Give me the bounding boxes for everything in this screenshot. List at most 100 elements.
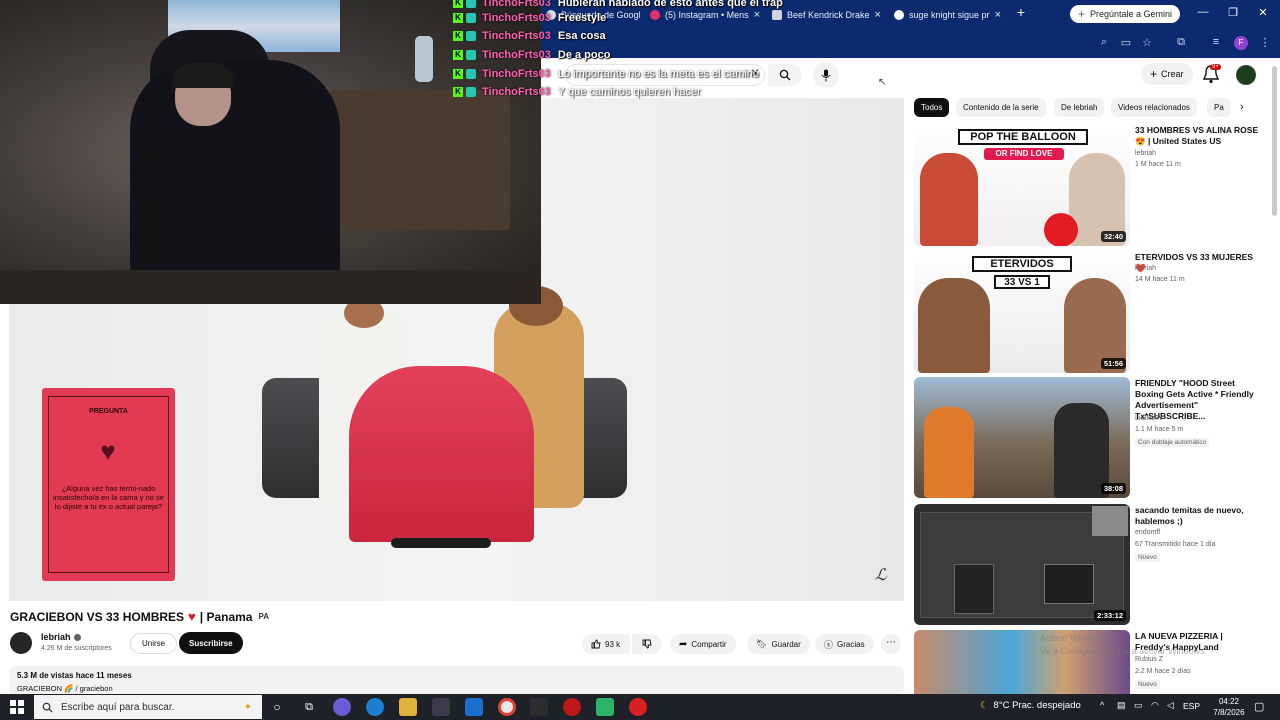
mail-icon[interactable] (465, 698, 483, 716)
clock-date: 7/8/2026 (1213, 708, 1245, 717)
video-duration: 51:56 (1100, 358, 1126, 369)
video-table-base (391, 538, 491, 548)
language-indicator[interactable]: ESP (1183, 701, 1200, 711)
zoom-icon[interactable]: ⌕ (1096, 36, 1112, 49)
subscribe-button[interactable]: Suscribirse (179, 632, 243, 654)
rec-title[interactable]: 33 HOMBRES VS ALINA ROSE 😍 | United Stat… (1135, 125, 1260, 147)
store-icon[interactable] (432, 698, 450, 716)
thumb-plugin-list (954, 564, 994, 614)
description-box[interactable] (9, 666, 904, 696)
thanks-label: Gracias (837, 639, 865, 649)
rec-channel[interactable]: lebriah (1135, 265, 1156, 272)
gemini-label: Pregúntale a Gemini (1090, 9, 1173, 19)
channel-avatar[interactable] (10, 632, 32, 654)
taskbar-search[interactable]: Escribe aquí para buscar. ✦ (34, 695, 262, 719)
screen: Búsqueda de Google × (5) Instagram • Men… (0, 0, 1280, 720)
share-icon: ➦ (679, 638, 688, 650)
rec-thumbnail[interactable]: ETERVIDOS 33 VS 1 51:56 (914, 252, 1130, 373)
capcut-icon[interactable] (530, 698, 548, 716)
profile-avatar[interactable]: F (1234, 36, 1248, 50)
wifi-icon[interactable]: ◠ (1151, 700, 1159, 711)
verified-icon (73, 633, 81, 641)
close-tab-icon[interactable]: × (995, 9, 1001, 21)
channel-watermark-icon[interactable]: ℒ (875, 565, 887, 585)
chip-all[interactable]: Todos (914, 98, 950, 117)
rec-thumbnail[interactable]: POP THE BALLOON OR FIND LOVE 32:40 (914, 125, 1130, 246)
chip-more[interactable]: Pa (1207, 98, 1231, 117)
thumb-person (924, 407, 974, 498)
rec-stats: 1 M hace 11 m (1135, 161, 1181, 168)
browser-menu-icon[interactable]: ⋮ (1257, 36, 1273, 49)
rec-thumbnail[interactable]: 38:08 (914, 377, 1130, 498)
file-explorer-icon[interactable] (399, 698, 417, 716)
chrome-icon[interactable] (498, 698, 516, 716)
video-stats: 5.3 M de vistas hace 11 meses (17, 671, 132, 680)
search-icon (42, 702, 53, 713)
volume-icon[interactable]: ◁ (1167, 700, 1174, 711)
clock-time: 04:22 (1218, 697, 1240, 706)
edge-icon[interactable] (366, 698, 384, 716)
like-button[interactable]: 93 k (582, 634, 630, 654)
chip-related[interactable]: Videos relacionados (1111, 98, 1197, 117)
rec-channel[interactable]: endomff (1135, 529, 1160, 536)
rec-channel[interactable]: LilBillsTv (1135, 415, 1163, 422)
chip-series[interactable]: Contenido de la serie (956, 98, 1046, 117)
chip-channel[interactable]: De lebriah (1054, 98, 1105, 117)
bookmark-star-icon[interactable]: ☆ (1139, 36, 1155, 49)
subscriber-badge-icon (466, 69, 476, 79)
bookmark-icon: 🔖︎ (756, 638, 768, 649)
share-button[interactable]: ➦ Compartir (670, 634, 736, 654)
kick-app-icon[interactable] (596, 698, 614, 716)
chat-text: Esa cosa (557, 30, 606, 42)
close-tab-icon[interactable]: × (875, 9, 881, 21)
plus-icon: + (1150, 67, 1158, 81)
battery-icon[interactable]: ▭ (1134, 700, 1143, 711)
maximize-button[interactable]: ❐ (1224, 6, 1242, 19)
chat-username: TinchoFrts03 (482, 68, 551, 80)
voice-search-button[interactable] (813, 62, 839, 88)
recorder-icon[interactable] (629, 698, 647, 716)
search-button[interactable] (768, 64, 802, 86)
channel-name[interactable]: lebriah (41, 632, 81, 642)
taskbar-clock[interactable]: 04:22 7/8/2026 (1207, 696, 1251, 718)
reading-list-icon[interactable]: ≡ (1208, 36, 1224, 48)
rec-thumbnail[interactable]: 2:33:12 (914, 504, 1130, 625)
taskbar-weather[interactable]: ☾ 8°C Prac. despejado (980, 700, 1081, 711)
tray-chevron-icon[interactable]: ^ (1100, 700, 1104, 710)
more-icon[interactable]: ⋯ (881, 634, 901, 654)
watermark-line2: Ve a Configuración para activar Windows. (1040, 646, 1208, 656)
join-button[interactable]: Unirse (130, 633, 178, 654)
copilot-icon[interactable] (333, 698, 351, 716)
new-tab-button[interactable]: + (1013, 4, 1029, 20)
browser-tab[interactable]: suge knight sigue pr × (888, 4, 1006, 26)
youtube-avatar[interactable] (1236, 65, 1256, 85)
rec-channel[interactable]: lebriah (1135, 150, 1156, 157)
cast-icon[interactable]: ▭ (1118, 36, 1134, 49)
task-view-icon[interactable]: ⧉ (300, 698, 318, 716)
network-icon[interactable]: ▤ (1117, 700, 1126, 711)
gemini-button[interactable]: + Pregúntale a Gemini (1070, 5, 1181, 23)
thanks-button[interactable]: ⓢ Gracias (815, 634, 874, 654)
channel-name-text[interactable]: lebriah (41, 632, 71, 642)
close-window-button[interactable]: ✕ (1254, 6, 1272, 19)
minimize-button[interactable]: — (1194, 6, 1212, 18)
chevron-right-icon[interactable]: › (1240, 101, 1244, 113)
obs-icon[interactable] (563, 698, 581, 716)
chat-username: TinchoFrts03 (482, 49, 551, 61)
cortana-icon[interactable]: ○ (268, 698, 286, 716)
extensions-icon[interactable]: ⧉ (1173, 36, 1189, 49)
thumb-heading: ETERVIDOS (972, 256, 1072, 272)
save-button[interactable]: 🔖︎ Guardar (747, 634, 810, 654)
create-button[interactable]: + Crear (1141, 63, 1193, 85)
thumb-person (920, 153, 978, 246)
video-tags[interactable]: GRACIEBON 🌈 / graciebon (17, 684, 113, 693)
windows-start-icon[interactable] (10, 700, 24, 714)
tab-title: Beef Kendrick Drake (787, 10, 870, 20)
page-scrollbar[interactable] (1272, 66, 1277, 216)
notification-center-icon[interactable]: ▢ (1254, 700, 1264, 713)
chat-username: TinchoFrts03 (482, 86, 551, 98)
browser-tab[interactable]: Beef Kendrick Drake × (766, 4, 882, 26)
dislike-button[interactable] (632, 634, 662, 654)
rec-title[interactable]: sacando temitas de nuevo, hablemos ;) (1135, 505, 1260, 527)
kick-badge-icon: K (453, 87, 463, 97)
